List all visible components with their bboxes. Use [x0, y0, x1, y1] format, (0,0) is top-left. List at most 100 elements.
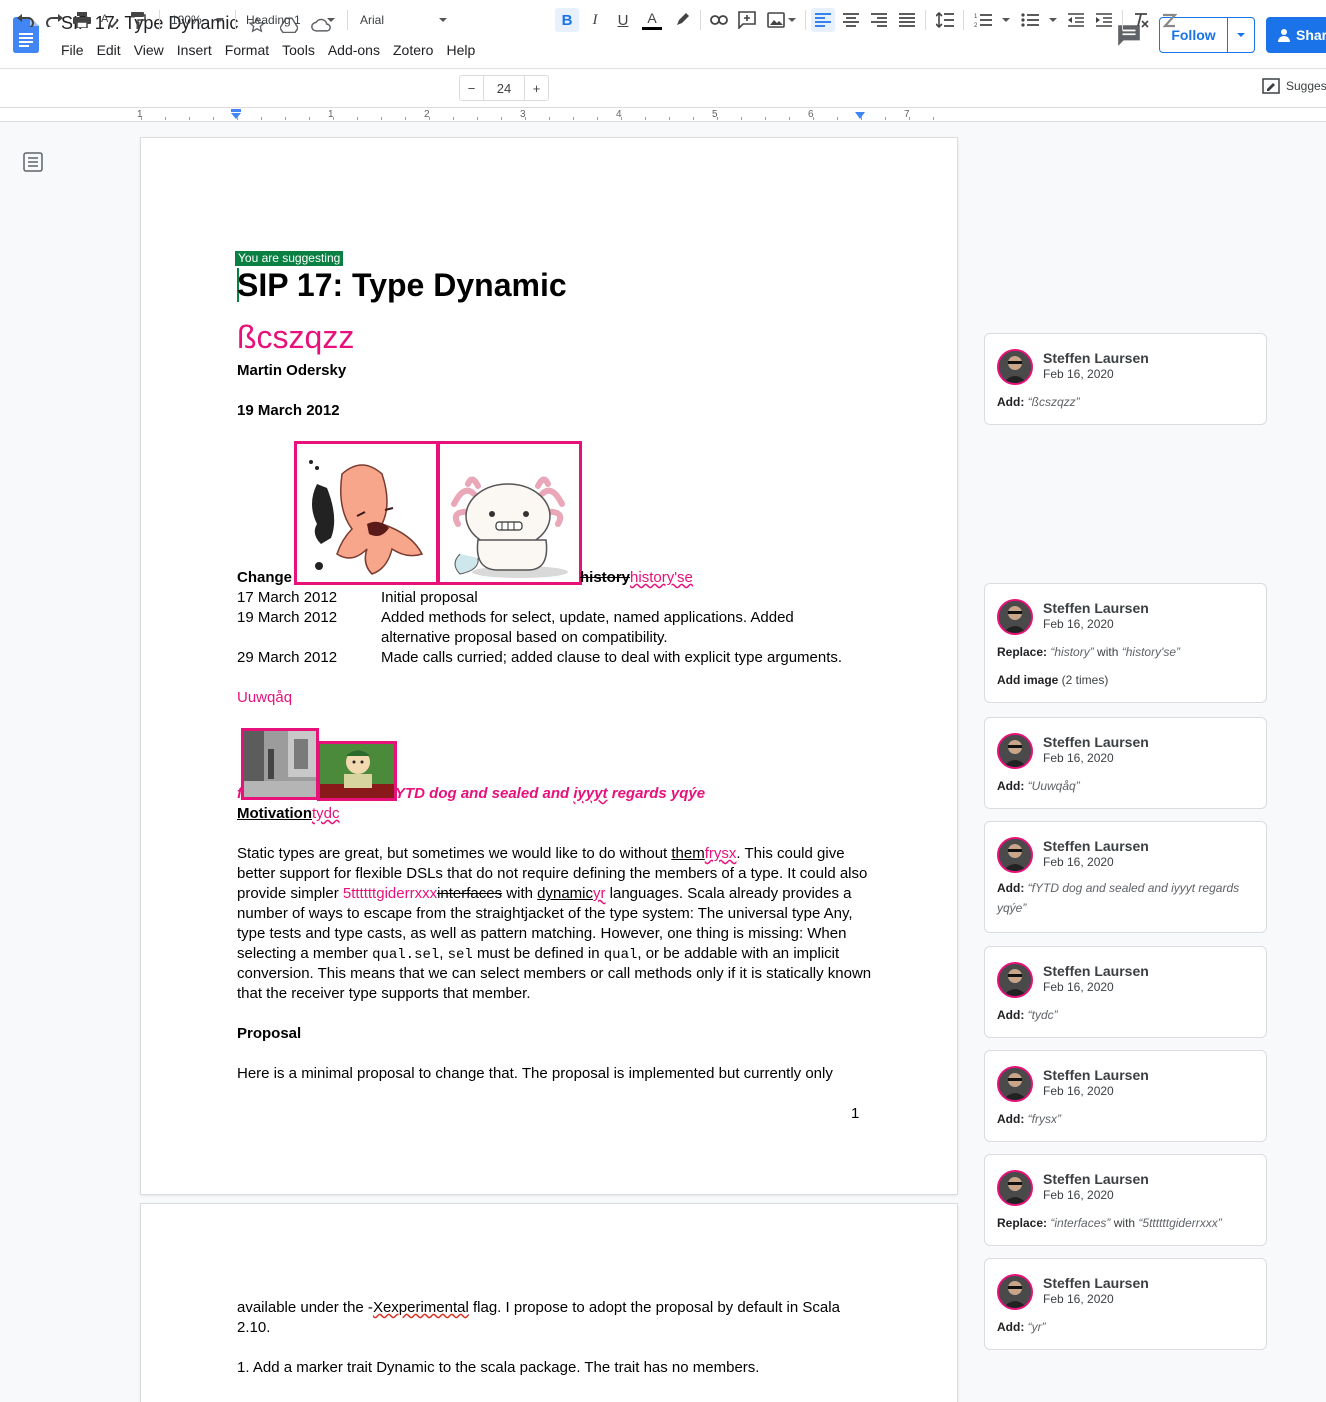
paragraph-line[interactable]: Here is a minimal proposal to change tha… [237, 1064, 833, 1084]
suggested-image-squid[interactable] [294, 441, 439, 585]
change-history-heading[interactable]: Change [237, 568, 292, 588]
new-text: “5ttttttgiderrxxx” [1138, 1216, 1222, 1230]
document-page-1[interactable]: You are suggesting SIP 17: Type Dynamic … [141, 138, 957, 1194]
text-color-button[interactable]: A [640, 8, 664, 32]
suggested-image-axolotl[interactable] [437, 441, 582, 585]
suggestion-card[interactable]: Steffen Laursen Feb 16, 2020 Add: “ßcszqzz… [984, 333, 1267, 425]
paragraph-line[interactable]: available under the -Xexperimental flag.… [237, 1298, 840, 1318]
numbered-list-icon[interactable]: 12 [972, 8, 1012, 32]
right-indent-marker-icon[interactable] [854, 112, 866, 121]
decrease-font-size-button[interactable]: − [460, 76, 484, 100]
highlight-icon[interactable] [671, 8, 693, 32]
paragraph-line[interactable]: that the receiver type supports that mem… [237, 984, 530, 1004]
paragraph-line[interactable]: conversion. This means that we can selec… [237, 964, 871, 984]
menu-format[interactable]: Format [225, 42, 269, 58]
menu-tools[interactable]: Tools [282, 42, 315, 58]
menu-edit[interactable]: Edit [97, 42, 121, 58]
link-icon[interactable] [708, 8, 730, 32]
motivation-heading[interactable]: Motivationtydc [237, 804, 340, 824]
ruler-tick [141, 117, 142, 120]
menu-insert[interactable]: Insert [177, 42, 212, 58]
document-page-2[interactable]: available under the -Xexperimental flag.… [141, 1204, 957, 1402]
proposal-heading[interactable]: Proposal [237, 1024, 301, 1044]
add-comment-icon[interactable] [736, 8, 758, 32]
menu-help[interactable]: Help [446, 42, 475, 58]
font-select[interactable]: Arial [360, 8, 450, 32]
ruler-tick [525, 117, 526, 120]
doc-date[interactable]: 19 March 2012 [237, 401, 340, 421]
history-date[interactable]: 17 March 2012 [237, 588, 337, 608]
strikethrough-format-icon[interactable] [1158, 8, 1180, 32]
author[interactable]: Martin Odersky [237, 361, 346, 381]
print-icon[interactable] [71, 8, 93, 32]
paragraph-line[interactable]: number of ways to escape from the straig… [237, 904, 853, 924]
align-left-icon[interactable] [811, 8, 835, 32]
suggestion-card[interactable]: Steffen Laursen Feb 16, 2020 Replace: “int… [984, 1154, 1267, 1246]
paragraph-line[interactable]: 2.10. [237, 1318, 270, 1338]
follow-dropdown-icon[interactable] [1228, 18, 1254, 52]
underline-button[interactable]: U [612, 8, 634, 32]
left-indent-marker-icon[interactable] [230, 109, 242, 121]
italic-button[interactable]: I [584, 8, 606, 32]
align-right-icon[interactable] [868, 8, 890, 32]
suggestion-card[interactable]: Steffen Laursen Feb 16, 2020 Add: “frysx” [984, 1050, 1267, 1142]
suggested-insert-line[interactable]: Uuwqåq [237, 688, 292, 708]
paragraph-line[interactable]: provide simpler 5ttttttgiderrxxxinterfac… [237, 884, 852, 904]
decrease-indent-icon[interactable] [1065, 8, 1087, 32]
suggestion-card[interactable]: Steffen Laursen Feb 16, 2020 Add: “yr” [984, 1258, 1267, 1350]
justify-icon[interactable] [896, 8, 918, 32]
suggestion-card[interactable]: Steffen Laursen Feb 16, 2020 Add: “Uuwqåq” [984, 717, 1267, 809]
share-button[interactable]: Shar [1266, 17, 1326, 53]
clear-formatting-icon[interactable] [1130, 8, 1152, 32]
style-select[interactable]: Heading 1 [246, 8, 336, 32]
avatar [997, 962, 1033, 998]
suggestion-card[interactable]: Steffen Laursen Feb 16, 2020 Replace: “his… [984, 583, 1267, 703]
suggestion-card[interactable]: Steffen Laursen Feb 16, 2020 Add: “fYTD do… [984, 821, 1267, 933]
paragraph-line[interactable]: better support for flexible DSLs that do… [237, 864, 867, 884]
insert-image-icon[interactable] [764, 8, 798, 32]
history-date[interactable]: 19 March 2012 [237, 608, 337, 628]
paragraph-line[interactable]: type tests and type casts, as well as pa… [237, 924, 846, 944]
redo-icon[interactable] [43, 8, 65, 32]
paragraph-line[interactable]: 1. Add a marker trait Dynamic to the sca… [237, 1358, 759, 1378]
history-suggestion[interactable]: historyhistory'se [580, 568, 693, 588]
history-date[interactable]: 29 March 2012 [237, 648, 337, 668]
increase-indent-icon[interactable] [1093, 8, 1115, 32]
menu-add-ons[interactable]: Add-ons [328, 42, 380, 58]
bulleted-list-icon[interactable] [1019, 8, 1059, 32]
history-text[interactable]: Initial proposal [381, 588, 478, 608]
suggesting-mode-button[interactable]: Sugges [1262, 78, 1326, 94]
suggestion-card[interactable]: Steffen Laursen Feb 16, 2020 Add: “tydc” [984, 946, 1267, 1038]
paint-format-icon[interactable] [127, 8, 149, 32]
commenter-name: Steffen Laursen [1043, 600, 1149, 616]
zoom-select[interactable]: 100% [171, 8, 224, 32]
suggested-insert: yr [593, 885, 606, 902]
suggestion-action: Add: [997, 881, 1025, 895]
menu-view[interactable]: View [134, 42, 164, 58]
suggested-caption[interactable]: f YTD dog and sealed and iyyyt regards yq… [237, 784, 705, 804]
font-size-input[interactable]: 24 [484, 76, 524, 100]
history-text[interactable]: Added methods for select, update, named … [381, 608, 794, 628]
increase-font-size-button[interactable]: + [524, 76, 548, 100]
suggested-insert-title[interactable]: ßcszqzz [237, 319, 354, 355]
ruler-tick [381, 117, 382, 120]
spellcheck-icon[interactable]: A [99, 8, 121, 32]
suggesting-label: Sugges [1286, 79, 1326, 93]
undo-icon[interactable] [15, 8, 37, 32]
ruler[interactable]: 1 1 2 3 4 5 6 7 [0, 108, 1326, 122]
document-outline-icon[interactable] [23, 152, 43, 172]
bold-button[interactable]: B [555, 8, 579, 32]
document-heading[interactable]: SIP 17: Type Dynamic [237, 268, 567, 302]
history-text[interactable]: alternative proposal based on compatibil… [381, 628, 668, 648]
align-center-icon[interactable] [840, 8, 862, 32]
menu-zotero[interactable]: Zotero [393, 42, 433, 58]
line-spacing-icon[interactable] [934, 8, 956, 32]
ruler-tick [741, 117, 742, 120]
paragraph-line[interactable]: selecting a member qual.sel, sel must be… [237, 944, 839, 965]
menu-file[interactable]: File [61, 42, 84, 58]
divider [1122, 10, 1123, 30]
suggesting-badge: You are suggesting [235, 251, 344, 266]
divider [347, 10, 348, 30]
history-text[interactable]: Made calls curried; added clause to deal… [381, 648, 842, 668]
paragraph-line[interactable]: Static types are great, but sometimes we… [237, 844, 845, 864]
